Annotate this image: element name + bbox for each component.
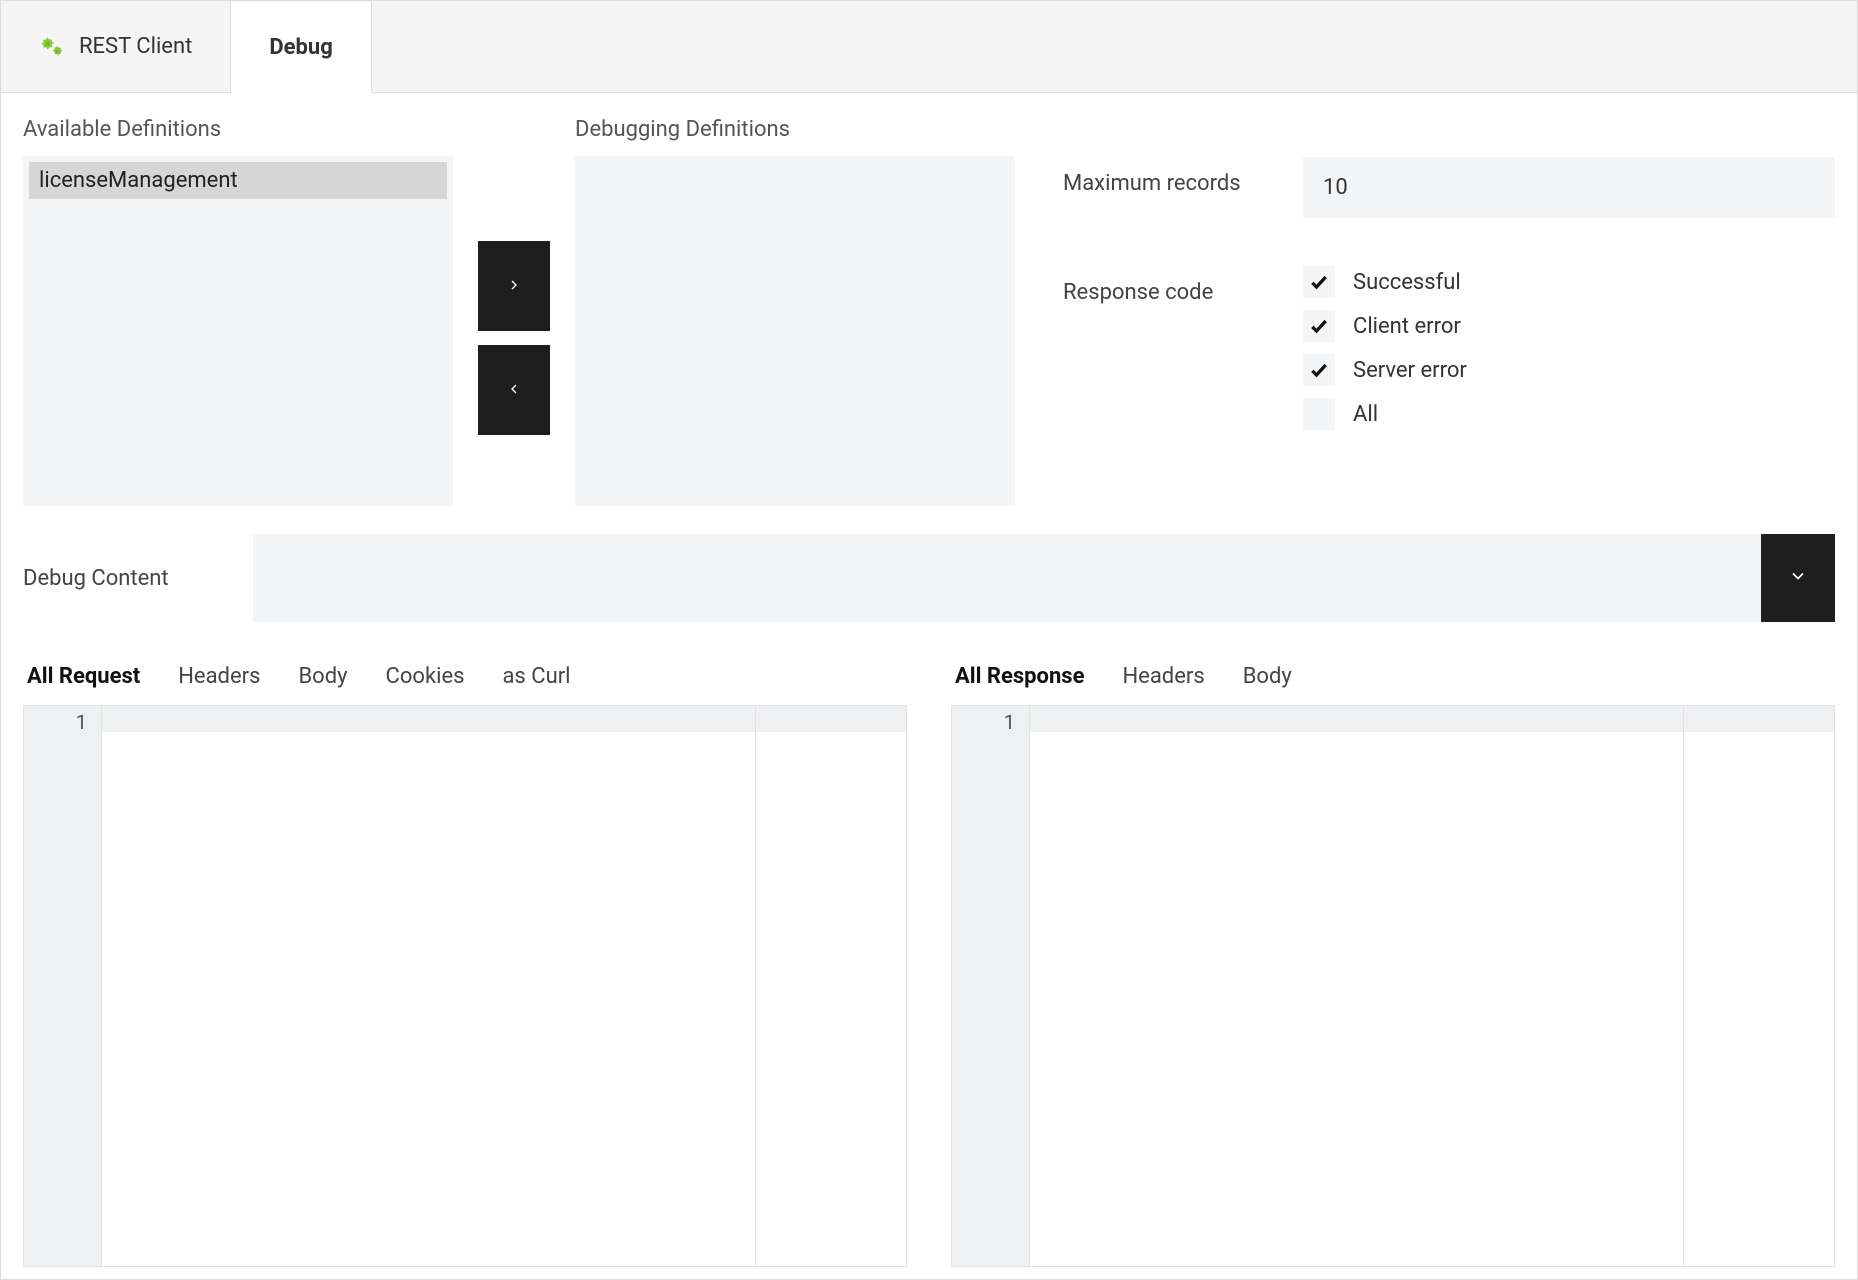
maximum-records-row: Maximum records bbox=[1063, 157, 1835, 218]
debug-content-row: Debug Content bbox=[23, 534, 1835, 622]
tab-response-body[interactable]: Body bbox=[1243, 664, 1292, 689]
request-editor-body[interactable] bbox=[102, 706, 906, 1266]
checkbox-label: Server error bbox=[1353, 358, 1467, 383]
list-item[interactable]: licenseManagement bbox=[29, 162, 447, 199]
available-definitions-list[interactable]: licenseManagement bbox=[23, 156, 453, 506]
tab-all-request[interactable]: All Request bbox=[27, 664, 140, 689]
checkbox-client-error[interactable] bbox=[1303, 310, 1335, 342]
debugging-definitions-column: Debugging Definitions bbox=[575, 117, 1015, 506]
checkbox-label: All bbox=[1353, 402, 1378, 427]
response-code-row: Response code Successful Cli bbox=[1063, 266, 1835, 430]
gears-icon bbox=[39, 34, 65, 60]
request-tabs: All Request Headers Body Cookies as Curl bbox=[23, 658, 907, 705]
debugging-definitions-list[interactable] bbox=[575, 156, 1015, 506]
tab-response-headers[interactable]: Headers bbox=[1122, 664, 1204, 689]
checkbox-all[interactable] bbox=[1303, 398, 1335, 430]
gutter-line: 1 bbox=[966, 710, 1015, 734]
debug-content-dropdown-button[interactable] bbox=[1761, 534, 1835, 622]
tab-all-response[interactable]: All Response bbox=[955, 664, 1084, 689]
response-editor[interactable]: 1 bbox=[951, 705, 1835, 1267]
response-panel: All Response Headers Body 1 bbox=[951, 658, 1835, 1267]
app-root: REST Client Debug Available Definitions … bbox=[0, 0, 1858, 1280]
debugging-definitions-label: Debugging Definitions bbox=[575, 117, 1015, 142]
editor-header-row bbox=[102, 706, 906, 732]
tab-rest-client-label: REST Client bbox=[79, 34, 192, 59]
available-definitions-column: Available Definitions licenseManagement bbox=[23, 117, 453, 506]
check-icon bbox=[1309, 360, 1329, 380]
chevron-left-icon bbox=[506, 378, 522, 402]
move-left-button[interactable] bbox=[478, 345, 550, 435]
top-tab-bar: REST Client Debug bbox=[1, 1, 1857, 93]
checkbox-row-client-error: Client error bbox=[1303, 310, 1467, 342]
checkbox-row-all: All bbox=[1303, 398, 1467, 430]
move-right-button[interactable] bbox=[478, 241, 550, 331]
debug-content-field[interactable] bbox=[253, 534, 1761, 622]
checkbox-successful[interactable] bbox=[1303, 266, 1335, 298]
check-icon bbox=[1309, 316, 1329, 336]
request-gutter: 1 bbox=[24, 706, 102, 1266]
editor-header-row bbox=[1030, 706, 1834, 732]
maximum-records-label: Maximum records bbox=[1063, 157, 1303, 196]
settings-column: Maximum records Response code Successful bbox=[1031, 117, 1835, 506]
checkbox-label: Successful bbox=[1353, 270, 1461, 295]
response-code-group: Successful Client error Se bbox=[1303, 266, 1467, 430]
transfer-buttons-column bbox=[469, 117, 559, 506]
checkbox-server-error[interactable] bbox=[1303, 354, 1335, 386]
available-definitions-label: Available Definitions bbox=[23, 117, 453, 142]
tab-request-body[interactable]: Body bbox=[298, 664, 347, 689]
response-tabs: All Response Headers Body bbox=[951, 658, 1835, 705]
tab-request-cookies[interactable]: Cookies bbox=[386, 664, 465, 689]
chevron-down-icon bbox=[1788, 566, 1808, 591]
chevron-right-icon bbox=[506, 274, 522, 298]
debug-content-label: Debug Content bbox=[23, 566, 253, 591]
panels-row: All Request Headers Body Cookies as Curl… bbox=[23, 658, 1835, 1267]
tab-request-headers[interactable]: Headers bbox=[178, 664, 260, 689]
gutter-line: 1 bbox=[38, 710, 87, 734]
definitions-row: Available Definitions licenseManagement bbox=[23, 117, 1835, 506]
tab-rest-client[interactable]: REST Client bbox=[1, 1, 231, 92]
check-icon bbox=[1309, 272, 1329, 292]
content-area: Available Definitions licenseManagement bbox=[1, 93, 1857, 1279]
checkbox-row-server-error: Server error bbox=[1303, 354, 1467, 386]
maximum-records-input[interactable] bbox=[1303, 157, 1835, 218]
tab-debug-label: Debug bbox=[269, 35, 332, 60]
response-gutter: 1 bbox=[952, 706, 1030, 1266]
tab-request-as-curl[interactable]: as Curl bbox=[502, 664, 570, 689]
editor-split-line bbox=[1683, 706, 1684, 1266]
response-editor-body[interactable] bbox=[1030, 706, 1834, 1266]
checkbox-row-successful: Successful bbox=[1303, 266, 1467, 298]
debug-content-dropdown[interactable] bbox=[253, 534, 1835, 622]
checkbox-label: Client error bbox=[1353, 314, 1461, 339]
request-editor[interactable]: 1 bbox=[23, 705, 907, 1267]
editor-split-line bbox=[755, 706, 756, 1266]
tab-debug[interactable]: Debug bbox=[231, 2, 371, 93]
response-code-label: Response code bbox=[1063, 266, 1303, 305]
request-panel: All Request Headers Body Cookies as Curl… bbox=[23, 658, 907, 1267]
